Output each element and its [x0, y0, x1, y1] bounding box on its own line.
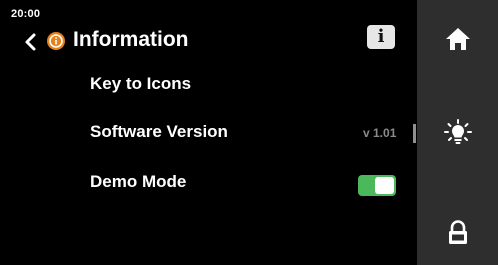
main-panel: 20:00 Information i Key to Icons Softwar…	[0, 0, 417, 265]
software-version-value: v 1.01	[363, 126, 397, 140]
light-button[interactable]	[417, 108, 498, 158]
lock-icon	[448, 220, 467, 244]
page-title: Information	[73, 28, 189, 51]
info-button[interactable]: i	[367, 25, 395, 49]
back-button[interactable]	[22, 31, 40, 53]
light-bulb-icon	[443, 119, 472, 144]
info-circle-icon	[47, 32, 65, 50]
status-time: 20:00	[11, 8, 41, 20]
menu-item-demo-mode[interactable]: Demo Mode	[90, 172, 186, 192]
sidebar	[417, 0, 498, 265]
demo-mode-toggle[interactable]	[358, 175, 396, 196]
chevron-left-icon	[25, 33, 36, 51]
lock-button[interactable]	[417, 208, 498, 258]
menu-item-key-to-icons[interactable]: Key to Icons	[90, 74, 191, 94]
menu-item-software-version[interactable]: Software Version	[90, 122, 228, 142]
home-icon	[445, 28, 470, 50]
scrollbar-thumb[interactable]	[413, 124, 416, 143]
toggle-knob	[375, 177, 394, 194]
info-button-label: i	[377, 26, 385, 47]
home-button[interactable]	[417, 14, 498, 64]
